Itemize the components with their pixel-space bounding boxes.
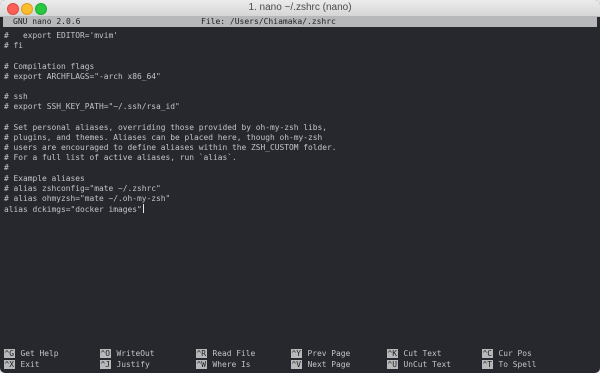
editor-line[interactable]: # export SSH_KEY_PATH="~/.ssh/rsa_id" — [4, 102, 596, 112]
nano-version: GNU nano 2.0.6 — [13, 17, 81, 26]
shortcut-uncut-text[interactable]: ^U UnCut Text — [387, 360, 451, 371]
shortcut-label: Where Is — [212, 360, 251, 369]
shortcut-cur-pos[interactable]: ^C Cur Pos — [482, 349, 532, 360]
editor-line-current[interactable]: alias dckimgs="docker images" — [4, 204, 596, 214]
shortcut-prev-page[interactable]: ^Y Prev Page — [291, 349, 350, 360]
editor-line[interactable]: # Set personal aliases, overriding those… — [4, 123, 596, 133]
shortcut-justify[interactable]: ^J Justify — [100, 360, 150, 371]
shortcut-label: To Spell — [498, 360, 537, 369]
shortcut-label: WriteOut — [116, 349, 155, 358]
editor-line[interactable]: # export EDITOR='mvim' — [4, 31, 596, 41]
editor-line[interactable]: # For a full list of active aliases, run… — [4, 153, 596, 163]
shortcut-label: Justify — [116, 360, 150, 369]
shortcut-to-spell[interactable]: ^T To Spell — [482, 360, 537, 371]
shortcut-label: Read File — [212, 349, 256, 358]
shortcut-writeout[interactable]: ^O WriteOut — [100, 349, 155, 360]
shortcut-label: Exit — [20, 360, 40, 369]
editor-line[interactable]: # Compilation flags — [4, 62, 596, 72]
shortcut-get-help[interactable]: ^G Get Help — [4, 349, 59, 360]
shortcut-key: ^O — [100, 349, 111, 358]
shortcut-key: ^R — [196, 349, 207, 358]
shortcut-key: ^W — [196, 360, 207, 369]
shortcut-key: ^J — [100, 360, 111, 369]
shortcut-label: Get Help — [20, 349, 59, 358]
shortcut-exit[interactable]: ^X Exit — [4, 360, 40, 371]
shortcut-next-page[interactable]: ^V Next Page — [291, 360, 350, 371]
title-bar[interactable]: 1. nano ~/.zshrc (nano) — [0, 0, 600, 17]
shortcut-key: ^U — [387, 360, 398, 369]
nano-status-bar: GNU nano 2.0.6 File: /Users/Chiamaka/.zs… — [3, 16, 597, 27]
file-path: File: /Users/Chiamaka/.zshrc — [201, 17, 336, 26]
editor-line[interactable]: # fi — [4, 41, 596, 51]
shortcut-label: Cur Pos — [498, 349, 532, 358]
editor-line[interactable] — [4, 113, 596, 123]
editor-line[interactable]: # ssh — [4, 92, 596, 102]
shortcut-cut-text[interactable]: ^K Cut Text — [387, 349, 442, 360]
shortcut-label: Prev Page — [307, 349, 351, 358]
shortcut-key: ^T — [482, 360, 493, 369]
shortcut-label: Next Page — [307, 360, 351, 369]
shortcut-key: ^Y — [291, 349, 302, 358]
shortcut-key: ^X — [4, 360, 15, 369]
editor-line[interactable]: # — [4, 163, 596, 173]
editor-line[interactable] — [4, 51, 596, 61]
shortcut-key: ^C — [482, 349, 493, 358]
current-line-text[interactable]: alias dckimgs="docker images" — [4, 205, 142, 214]
editor-line[interactable]: # export ARCHFLAGS="-arch x86_64" — [4, 72, 596, 82]
editor-line[interactable]: # users are encouraged to define aliases… — [4, 143, 596, 153]
shortcut-key: ^K — [387, 349, 398, 358]
text-cursor — [142, 204, 144, 214]
shortcut-label: UnCut Text — [403, 360, 452, 369]
shortcut-key: ^G — [4, 349, 15, 358]
editor-line[interactable]: # plugins, and themes. Aliases can be pl… — [4, 133, 596, 143]
editor-line[interactable]: # Example aliases — [4, 174, 596, 184]
shortcut-read-file[interactable]: ^R Read File — [196, 349, 255, 360]
shortcut-label: Cut Text — [403, 349, 442, 358]
window-title: 1. nano ~/.zshrc (nano) — [248, 2, 352, 13]
shortcut-where-is[interactable]: ^W Where Is — [196, 360, 251, 371]
editor-area[interactable]: # export EDITOR='mvim' # fi # Compilatio… — [4, 31, 596, 214]
terminal-window: 1. nano ~/.zshrc (nano) GNU nano 2.0.6 F… — [0, 0, 600, 373]
editor-line[interactable]: # alias zshconfig="mate ~/.zshrc" — [4, 184, 596, 194]
shortcut-key: ^V — [291, 360, 302, 369]
editor-line[interactable] — [4, 82, 596, 92]
editor-line[interactable]: # alias ohmyzsh="mate ~/.oh-my-zsh" — [4, 194, 596, 204]
